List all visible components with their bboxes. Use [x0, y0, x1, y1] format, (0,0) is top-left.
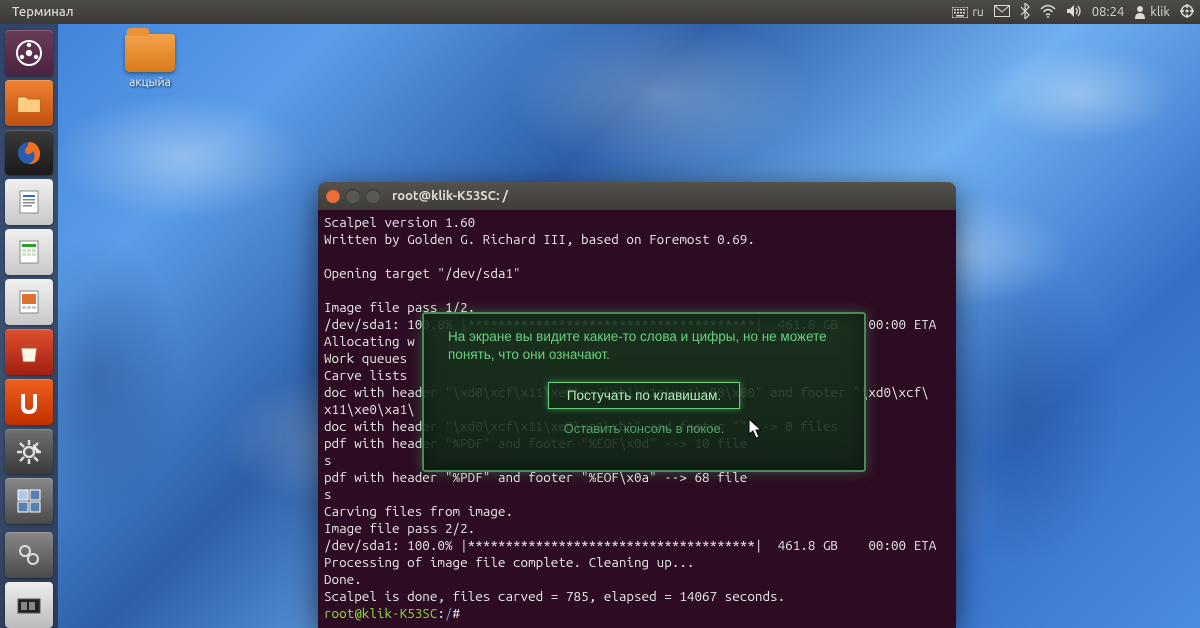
window-close-button[interactable]: [326, 189, 340, 203]
launcher-ubuntu-one[interactable]: [5, 379, 53, 425]
terminal-titlebar[interactable]: root@klik-K53SC: /: [318, 182, 956, 210]
window-maximize-button[interactable]: [366, 189, 380, 203]
dialog-message: На экране вы видите какие-то слова и циф…: [448, 328, 840, 364]
launcher-system-settings[interactable]: [5, 429, 53, 475]
mail-icon[interactable]: [994, 5, 1010, 20]
system-tray: ru 08:24 klik: [952, 3, 1194, 22]
desktop-folder[interactable]: акцыйа: [110, 34, 190, 89]
launcher-writer[interactable]: [5, 179, 53, 225]
launcher-files[interactable]: [5, 80, 53, 126]
app-menu-name[interactable]: Терминал: [6, 5, 80, 19]
clock[interactable]: 08:24: [1092, 5, 1125, 19]
user-menu[interactable]: klik: [1134, 5, 1170, 19]
launcher-bottom-app-2[interactable]: [5, 582, 53, 628]
terminal-title: root@klik-K53SC: /: [392, 189, 508, 203]
launcher-workspace-switcher[interactable]: [5, 478, 53, 524]
game-dialog: На экране вы видите какие-то слова и циф…: [422, 312, 866, 472]
keyboard-lang-label: ru: [972, 6, 983, 19]
launcher-bottom-app-1[interactable]: [5, 532, 53, 578]
power-icon[interactable]: [1180, 4, 1194, 21]
window-minimize-button[interactable]: [346, 189, 360, 203]
unity-launcher: [0, 24, 58, 628]
network-icon[interactable]: [1040, 4, 1056, 21]
top-menu-bar: Терминал ru 08:24 klik: [0, 0, 1200, 24]
volume-icon[interactable]: [1066, 4, 1082, 21]
dialog-secondary-button[interactable]: Оставить консоль в покое.: [564, 421, 725, 436]
bluetooth-icon[interactable]: [1020, 3, 1030, 22]
launcher-dash[interactable]: [5, 30, 53, 76]
launcher-software-center[interactable]: [5, 329, 53, 375]
user-name: klik: [1150, 5, 1170, 19]
launcher-impress[interactable]: [5, 279, 53, 325]
mouse-cursor: [748, 418, 764, 440]
keyboard-indicator[interactable]: ru: [952, 6, 983, 19]
dialog-primary-button[interactable]: Постучать по клавишам.: [548, 382, 740, 409]
launcher-calc[interactable]: [5, 229, 53, 275]
folder-icon: [125, 34, 175, 72]
launcher-firefox[interactable]: [5, 130, 53, 176]
desktop-folder-label: акцыйа: [110, 76, 190, 89]
